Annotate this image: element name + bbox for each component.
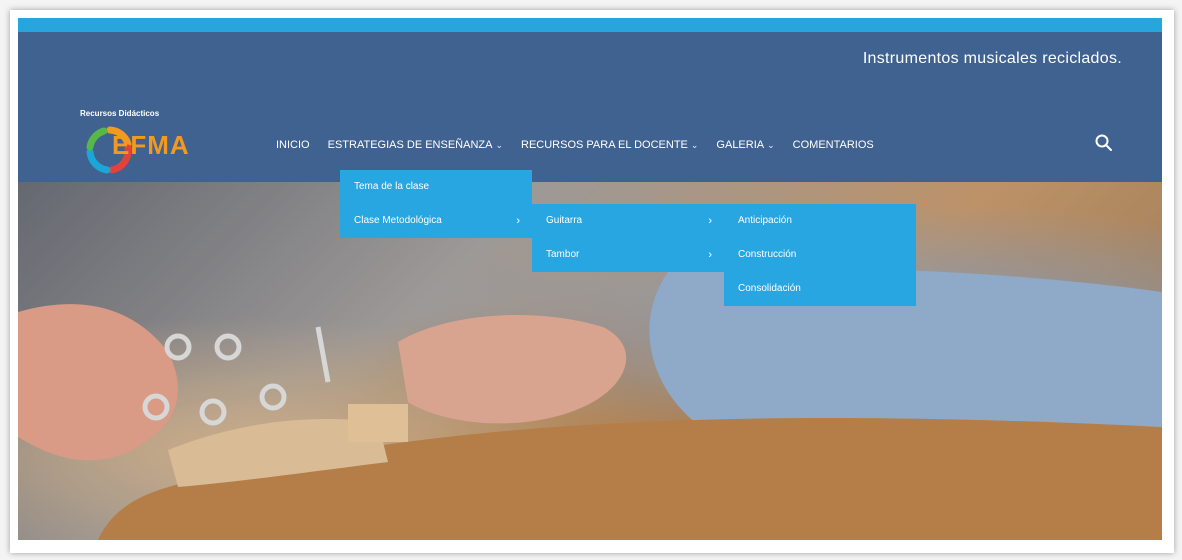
dropdown-label: Consolidación — [738, 283, 801, 294]
dropdown-estrategias: Tema de la clase Clase Metodológica › — [340, 170, 532, 238]
main-navigation: INICIO ESTRATEGIAS DE ENSEÑANZA ⌄ RECURS… — [276, 139, 874, 151]
site-header: Instrumentos musicales reciclados. Recur… — [18, 32, 1162, 182]
dropdown-label: Tema de la clase — [354, 181, 430, 192]
dropdown-guitarra: Anticipación Construcción Consolidación — [724, 204, 916, 306]
nav-label: ESTRATEGIAS DE ENSEÑANZA — [327, 139, 493, 151]
nav-label: COMENTARIOS — [792, 139, 874, 151]
dropdown-label: Tambor — [546, 249, 580, 260]
dropdown-item-consolidacion[interactable]: Consolidación — [724, 272, 916, 306]
site-logo[interactable]: EFMA — [84, 124, 202, 188]
dropdown-item-construccion[interactable]: Construcción — [724, 238, 916, 272]
dropdown-item-anticipacion[interactable]: Anticipación — [724, 204, 916, 238]
dropdown-item-clase-metodologica[interactable]: Clase Metodológica › — [340, 204, 532, 238]
dropdown-label: Anticipación — [738, 215, 792, 226]
chevron-right-icon: › — [708, 215, 712, 227]
dropdown-clase-metodologica: Guitarra › Tambor › — [532, 204, 724, 272]
logo-caption: Recursos Didácticos — [80, 109, 160, 118]
nav-item-comentarios[interactable]: COMENTARIOS — [793, 139, 874, 151]
nav-label: RECURSOS PARA EL DOCENTE — [521, 139, 688, 151]
nav-label: GALERIA — [716, 139, 765, 151]
dropdown-item-guitarra[interactable]: Guitarra › — [532, 204, 724, 238]
chevron-down-icon: ⌄ — [767, 139, 775, 150]
site-tagline: Instrumentos musicales reciclados. — [862, 50, 1122, 67]
nav-item-inicio[interactable]: INICIO — [276, 139, 310, 151]
top-accent-bar — [18, 18, 1162, 32]
nav-item-recursos[interactable]: RECURSOS PARA EL DOCENTE ⌄ — [521, 139, 698, 151]
dropdown-label: Guitarra — [546, 215, 583, 226]
dropdown-item-tema[interactable]: Tema de la clase — [340, 170, 532, 204]
nav-item-galeria[interactable]: GALERIA ⌄ — [716, 139, 774, 151]
nav-label: INICIO — [276, 139, 310, 151]
logo-wordmark: EFMA — [112, 130, 190, 160]
chevron-down-icon: ⌄ — [495, 139, 503, 150]
dropdown-item-tambor[interactable]: Tambor › — [532, 238, 724, 272]
nav-item-estrategias[interactable]: ESTRATEGIAS DE ENSEÑANZA ⌄ — [328, 139, 503, 151]
chevron-right-icon: › — [708, 249, 712, 261]
dropdown-label: Construcción — [738, 249, 797, 260]
chevron-right-icon: › — [516, 215, 520, 227]
website: Instrumentos musicales reciclados. Recur… — [18, 18, 1162, 540]
chevron-down-icon: ⌄ — [690, 139, 699, 150]
dropdown-label: Clase Metodológica — [354, 215, 442, 226]
search-icon[interactable] — [1094, 133, 1114, 153]
